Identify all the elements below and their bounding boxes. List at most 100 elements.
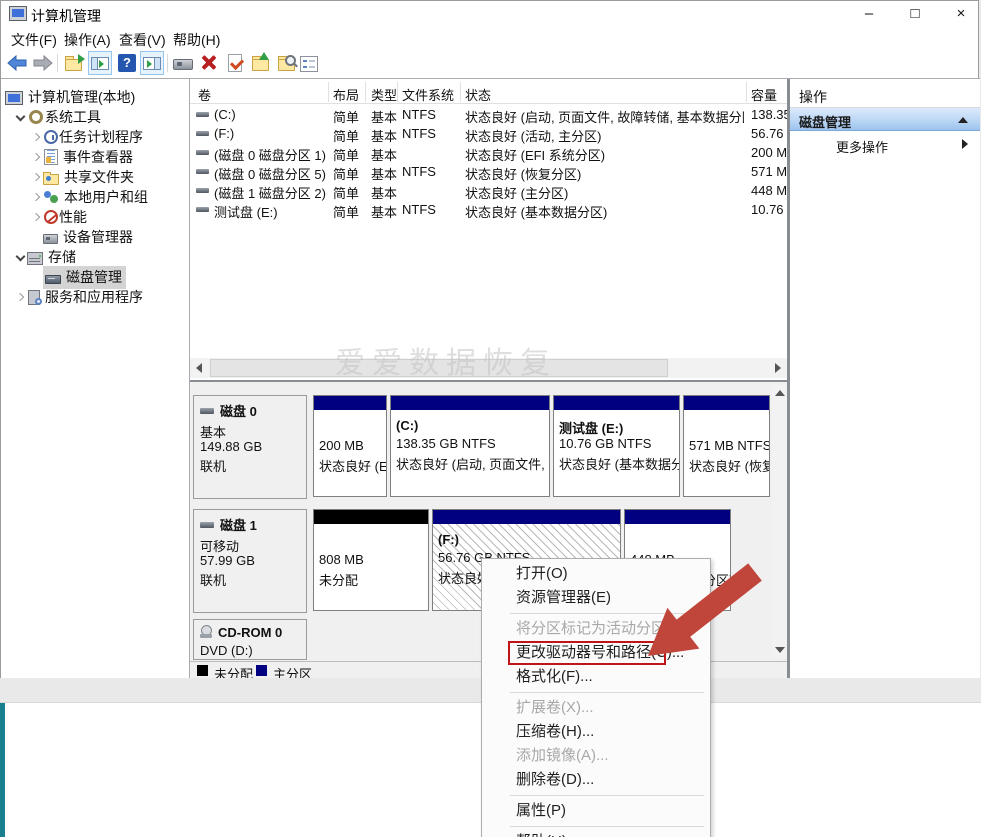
expand-chevron-icon[interactable] <box>29 130 43 144</box>
partition-c[interactable]: (C:) 138.35 GB NTFS 状态良好 (启动, 页面文件, 故障转储… <box>390 395 550 497</box>
close-button[interactable]: × <box>946 3 976 25</box>
shared-folders-icon <box>43 174 59 185</box>
checklist-icon <box>300 56 318 72</box>
services-icon <box>28 290 40 305</box>
collapse-chevron-icon[interactable] <box>13 250 27 264</box>
volume-icon <box>196 112 209 117</box>
disk1-label-box[interactable]: 磁盘 1 可移动 57.99 GB 联机 <box>193 509 307 613</box>
actions-section-disk-management[interactable]: 磁盘管理 <box>790 108 980 131</box>
partition-recovery[interactable]: 571 MB NTFS 状态良好 (恢复分区) <box>683 395 770 497</box>
menu-file[interactable]: 文件(F) <box>11 30 57 50</box>
col-status[interactable]: 状态 <box>465 85 491 104</box>
actions-header: 操作 <box>799 87 827 107</box>
collapse-triangle-icon[interactable] <box>958 117 968 123</box>
refresh-disk-button[interactable] <box>171 51 195 75</box>
partition-unallocated[interactable]: 808 MB 未分配 <box>313 509 429 611</box>
task-list-button[interactable] <box>297 51 321 75</box>
toolbar: ? <box>1 49 978 78</box>
tree-item-storage[interactable]: 存储 <box>1 247 189 267</box>
disk-icon <box>200 408 214 414</box>
col-capacity[interactable]: 容量 <box>751 85 777 104</box>
tree-item-services-applications[interactable]: 服务和应用程序 <box>1 287 189 307</box>
tree-item-disk-management[interactable]: 磁盘管理 <box>1 267 189 287</box>
menu-item-explorer[interactable]: 资源管理器(E) <box>482 586 710 610</box>
menu-bar: 文件(F) 操作(A) 查看(V) 帮助(H) <box>1 27 978 49</box>
disk-device-icon <box>173 59 193 70</box>
console-tree: 计算机管理(本地) 系统工具 任务计划程序 事件查看器 <box>1 79 189 678</box>
properties-button[interactable] <box>223 51 247 75</box>
partition-e[interactable]: 测试盘 (E:) 10.76 GB NTFS 状态良好 (基本数据分区) <box>553 395 680 497</box>
show-action-pane-button[interactable] <box>140 51 164 75</box>
scroll-down-icon[interactable] <box>775 647 785 653</box>
menu-help[interactable]: 帮助(H) <box>173 30 220 50</box>
tree-item-shared-folders[interactable]: 共享文件夹 <box>1 167 189 187</box>
table-row[interactable]: (磁盘 1 磁盘分区 2)简单基本状态良好 (主分区)448 MB <box>190 181 787 200</box>
expand-chevron-icon[interactable] <box>29 190 43 204</box>
menu-item-delete-volume[interactable]: 删除卷(D)... <box>482 768 710 792</box>
table-row[interactable]: (磁盘 0 磁盘分区 5)简单基本NTFS状态良好 (恢复分区)571 MB <box>190 162 787 181</box>
toolbar-separator <box>57 54 58 72</box>
volume-icon <box>196 188 209 193</box>
expand-chevron-icon[interactable] <box>29 150 43 164</box>
back-arrow-icon <box>7 53 27 73</box>
table-row[interactable]: (F:)简单基本NTFS状态良好 (活动, 主分区)56.76 GB <box>190 124 787 143</box>
more-actions-item[interactable]: 更多操作 <box>790 133 980 155</box>
tree-item-event-viewer[interactable]: 事件查看器 <box>1 147 189 167</box>
show-console-tree-button[interactable] <box>88 51 112 75</box>
menu-separator <box>510 692 704 693</box>
menu-item-help[interactable]: 帮助(H) <box>482 830 710 837</box>
volume-icon <box>196 131 209 136</box>
window-title: 计算机管理 <box>31 6 101 26</box>
expand-chevron-icon[interactable] <box>29 170 43 184</box>
tree-item-system-tools[interactable]: 系统工具 <box>1 107 189 127</box>
menu-item-change-drive-letter[interactable]: 更改驱动器号和路径(C)... <box>482 641 710 665</box>
menu-action[interactable]: 操作(A) <box>64 30 111 50</box>
forward-button[interactable] <box>31 51 55 75</box>
open-folder-button[interactable] <box>249 51 273 75</box>
col-layout[interactable]: 布局 <box>333 85 359 104</box>
collapse-chevron-icon[interactable] <box>13 110 27 124</box>
partition-efi[interactable]: 200 MB 状态良好 (EFI 系统分区) <box>313 395 387 497</box>
toolbar-separator <box>167 54 168 72</box>
disk0-label-box[interactable]: 磁盘 0 基本 149.88 GB 联机 <box>193 395 307 499</box>
scroll-up-icon[interactable] <box>775 390 785 396</box>
tree-item-device-manager[interactable]: 设备管理器 <box>1 227 189 247</box>
table-row[interactable]: (C:)简单基本NTFS状态良好 (启动, 页面文件, 故障转储, 基本数据分区… <box>190 105 787 124</box>
scroll-left-icon[interactable] <box>196 363 202 373</box>
tree-item-performance[interactable]: 性能 <box>1 207 189 227</box>
expand-chevron-icon[interactable] <box>29 210 43 224</box>
menu-item-properties[interactable]: 属性(P) <box>482 799 710 823</box>
table-row[interactable]: 测试盘 (E:)简单基本NTFS状态良好 (基本数据分区)10.76 GB <box>190 200 787 219</box>
disk-icon <box>200 522 214 528</box>
tree-item-computer-management[interactable]: 计算机管理(本地) <box>1 87 189 107</box>
tree-item-local-users-groups[interactable]: 本地用户和组 <box>1 187 189 207</box>
menu-view[interactable]: 查看(V) <box>119 30 166 50</box>
back-button[interactable] <box>5 51 29 75</box>
primary-swatch <box>256 665 267 676</box>
delete-button[interactable] <box>197 51 221 75</box>
help-button[interactable]: ? <box>115 51 139 75</box>
menu-item-format[interactable]: 格式化(F)... <box>482 665 710 689</box>
expand-chevron-icon[interactable] <box>13 290 27 304</box>
primary-partition-bar <box>391 396 549 410</box>
menu-item-add-mirror: 添加镜像(A)... <box>482 744 710 768</box>
action-pane-icon <box>143 57 161 70</box>
minimize-button[interactable]: – <box>854 3 884 25</box>
scroll-right-icon[interactable] <box>775 363 781 373</box>
col-type[interactable]: 类型 <box>371 85 397 104</box>
folder-icon <box>252 59 269 71</box>
export-list-button[interactable] <box>62 51 86 75</box>
cdrom-label-box[interactable]: CD-ROM 0 DVD (D:) <box>193 619 307 660</box>
col-volume[interactable]: 卷 <box>198 85 211 104</box>
col-filesystem[interactable]: 文件系统 <box>402 85 454 104</box>
menu-item-open[interactable]: 打开(O) <box>482 562 710 586</box>
primary-partition-bar <box>314 396 386 410</box>
menu-separator <box>510 826 704 827</box>
vertical-scrollbar[interactable] <box>772 385 787 658</box>
maximize-button[interactable]: □ <box>900 3 930 25</box>
search-folder-button[interactable] <box>275 51 299 75</box>
table-row[interactable]: (磁盘 0 磁盘分区 1)简单基本状态良好 (EFI 系统分区)200 MB <box>190 143 787 162</box>
tree-item-task-scheduler[interactable]: 任务计划程序 <box>1 127 189 147</box>
submenu-triangle-icon[interactable] <box>962 139 968 149</box>
menu-item-shrink-volume[interactable]: 压缩卷(H)... <box>482 720 710 744</box>
